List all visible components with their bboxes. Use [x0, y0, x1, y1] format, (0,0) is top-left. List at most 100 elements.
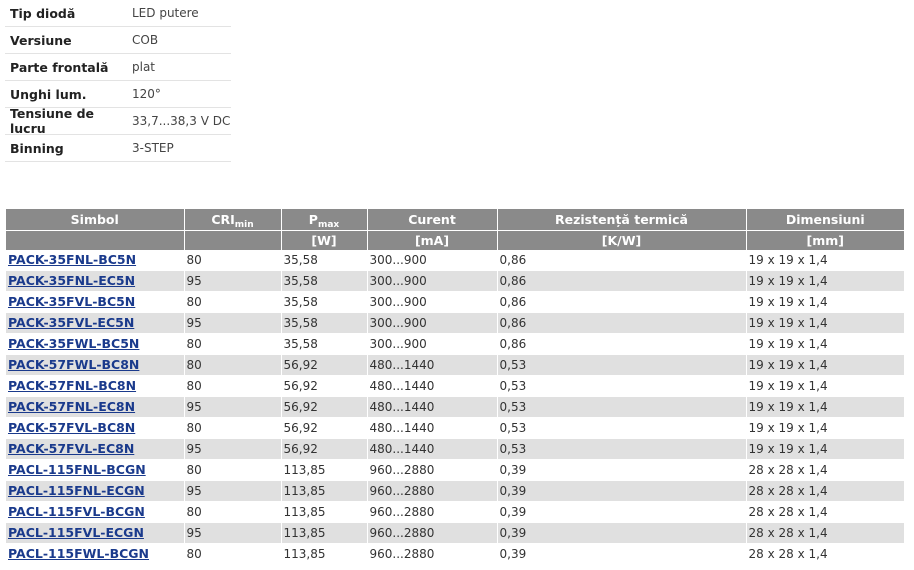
cell-curent: 300...900	[367, 312, 498, 334]
cell-simbol: PACL-115FNL-ECGN	[6, 480, 185, 502]
table-body: PACK-35FNL-BC5N 80 35,58 300...900 0,86 19 x …	[6, 250, 904, 565]
cell-cri: 80	[184, 333, 282, 355]
unit-cri	[184, 230, 282, 250]
product-link[interactable]: PACL-115FVL-BCGN	[8, 504, 145, 519]
cell-dimensiuni: 19 x 19 x 1,4	[746, 312, 904, 334]
spec-value: 3-STEP	[132, 141, 174, 155]
cell-pmax: 56,92	[281, 438, 368, 460]
product-link[interactable]: PACL-115FNL-BCGN	[8, 462, 146, 477]
column-header-simbol: Simbol	[6, 209, 185, 231]
cell-simbol: PACK-35FNL-BC5N	[6, 250, 185, 271]
product-link[interactable]: PACK-57FWL-BC8N	[8, 357, 139, 372]
column-header-rezistenta: Rezistență termică	[497, 209, 747, 231]
cell-pmax: 113,85	[281, 543, 368, 565]
cell-cri: 95	[184, 312, 282, 334]
cell-pmax: 56,92	[281, 396, 368, 418]
product-link[interactable]: PACL-115FNL-ECGN	[8, 483, 145, 498]
table-header-row: Simbol CRImin Pmax Curent Rezistență ter…	[6, 209, 904, 231]
cell-simbol: PACK-57FVL-BC8N	[6, 417, 185, 439]
product-table: Simbol CRImin Pmax Curent Rezistență ter…	[6, 209, 904, 565]
cell-simbol: PACL-115FNL-BCGN	[6, 459, 185, 481]
cell-curent: 300...900	[367, 291, 498, 313]
unit-dimensiuni: [mm]	[746, 230, 904, 250]
cell-rezistenta: 0,53	[497, 375, 747, 397]
cell-curent: 960...2880	[367, 522, 498, 544]
column-header-pmax: Pmax	[281, 209, 368, 231]
cell-curent: 300...900	[367, 333, 498, 355]
column-header-cri-subscript: min	[234, 220, 254, 230]
product-link[interactable]: PACK-57FNL-BC8N	[8, 378, 136, 393]
cell-curent: 960...2880	[367, 480, 498, 502]
cell-curent: 480...1440	[367, 396, 498, 418]
spec-key: Parte frontală	[10, 59, 109, 75]
cell-dimensiuni: 28 x 28 x 1,4	[746, 522, 904, 544]
cell-dimensiuni: 28 x 28 x 1,4	[746, 459, 904, 481]
cell-rezistenta: 0,86	[497, 250, 747, 271]
table-row: PACK-57FNL-EC8N 95 56,92 480...1440 0,53 19 x…	[6, 396, 904, 418]
cell-rezistenta: 0,39	[497, 501, 747, 523]
spec-value: COB	[132, 33, 159, 47]
cell-curent: 480...1440	[367, 438, 498, 460]
cell-rezistenta: 0,39	[497, 459, 747, 481]
cell-dimensiuni: 19 x 19 x 1,4	[746, 417, 904, 439]
cell-curent: 960...2880	[367, 501, 498, 523]
cell-simbol: PACK-57FWL-BC8N	[6, 354, 185, 376]
cell-pmax: 113,85	[281, 459, 368, 481]
product-link[interactable]: PACK-35FVL-BC5N	[8, 294, 135, 309]
column-header-cri-label: CRI	[211, 212, 235, 227]
table-row: PACK-35FVL-EC5N 95 35,58 300...900 0,86 19 x …	[6, 312, 904, 334]
cell-dimensiuni: 19 x 19 x 1,4	[746, 291, 904, 313]
cell-dimensiuni: 28 x 28 x 1,4	[746, 501, 904, 523]
cell-rezistenta: 0,86	[497, 312, 747, 334]
cell-dimensiuni: 19 x 19 x 1,4	[746, 250, 904, 271]
product-link[interactable]: PACK-35FNL-EC5N	[8, 273, 135, 288]
spec-table: Tip diodă LED putere Versiune COB Parte …	[5, 0, 231, 162]
product-link[interactable]: PACK-57FNL-EC8N	[8, 399, 135, 414]
cell-rezistenta: 0,53	[497, 354, 747, 376]
column-header-cri: CRImin	[184, 209, 282, 231]
cell-rezistenta: 0,39	[497, 522, 747, 544]
cell-simbol: PACK-57FNL-EC8N	[6, 396, 185, 418]
cell-curent: 480...1440	[367, 375, 498, 397]
unit-pmax: [W]	[281, 230, 368, 250]
cell-rezistenta: 0,53	[497, 438, 747, 460]
cell-cri: 80	[184, 501, 282, 523]
table-row: PACL-115FVL-ECGN 95 113,85 960...2880 0,39 28…	[6, 522, 904, 544]
column-header-pmax-subscript: max	[317, 220, 340, 230]
cell-simbol: PACL-115FVL-ECGN	[6, 522, 185, 544]
spec-value: LED putere	[132, 6, 199, 20]
unit-rezistenta: [K/W]	[497, 230, 747, 250]
product-link[interactable]: PACL-115FVL-ECGN	[8, 525, 144, 540]
product-link[interactable]: PACK-57FVL-BC8N	[8, 420, 135, 435]
table-row: PACK-57FWL-BC8N 80 56,92 480...1440 0,53 19 x…	[6, 354, 904, 376]
cell-cri: 95	[184, 396, 282, 418]
cell-curent: 300...900	[367, 270, 498, 292]
spec-row: Binning 3-STEP	[5, 135, 231, 162]
product-link[interactable]: PACK-35FVL-EC5N	[8, 315, 134, 330]
spec-key: Unghi lum.	[10, 86, 87, 102]
product-link[interactable]: PACL-115FWL-BCGN	[8, 546, 149, 561]
cell-curent: 960...2880	[367, 543, 498, 565]
table-units-row: [W] [mA] [K/W] [mm]	[6, 230, 904, 250]
table-row: PACL-115FVL-BCGN 80 113,85 960...2880 0,39 28…	[6, 501, 904, 523]
table-row: PACK-35FNL-EC5N 95 35,58 300...900 0,86 19 x …	[6, 270, 904, 292]
cell-cri: 80	[184, 459, 282, 481]
cell-dimensiuni: 19 x 19 x 1,4	[746, 438, 904, 460]
table-row: PACL-115FNL-ECGN 95 113,85 960...2880 0,39 28…	[6, 480, 904, 502]
cell-simbol: PACK-35FVL-BC5N	[6, 291, 185, 313]
spec-key: Tensiune de lucru	[10, 106, 95, 136]
unit-curent: [mA]	[367, 230, 498, 250]
cell-dimensiuni: 19 x 19 x 1,4	[746, 375, 904, 397]
product-link[interactable]: PACK-35FWL-BC5N	[8, 336, 139, 351]
cell-pmax: 56,92	[281, 417, 368, 439]
product-link[interactable]: PACK-35FNL-BC5N	[8, 252, 136, 267]
table-row: PACK-57FVL-EC8N 95 56,92 480...1440 0,53 19 x…	[6, 438, 904, 460]
cell-cri: 80	[184, 291, 282, 313]
cell-pmax: 35,58	[281, 333, 368, 355]
product-link[interactable]: PACK-57FVL-EC8N	[8, 441, 134, 456]
cell-rezistenta: 0,53	[497, 396, 747, 418]
table-row: PACL-115FWL-BCGN 80 113,85 960...2880 0,39 28…	[6, 543, 904, 565]
table-row: PACL-115FNL-BCGN 80 113,85 960...2880 0,39 28…	[6, 459, 904, 481]
cell-simbol: PACK-35FVL-EC5N	[6, 312, 185, 334]
spec-value: 33,7...38,3 V DC	[132, 114, 231, 128]
